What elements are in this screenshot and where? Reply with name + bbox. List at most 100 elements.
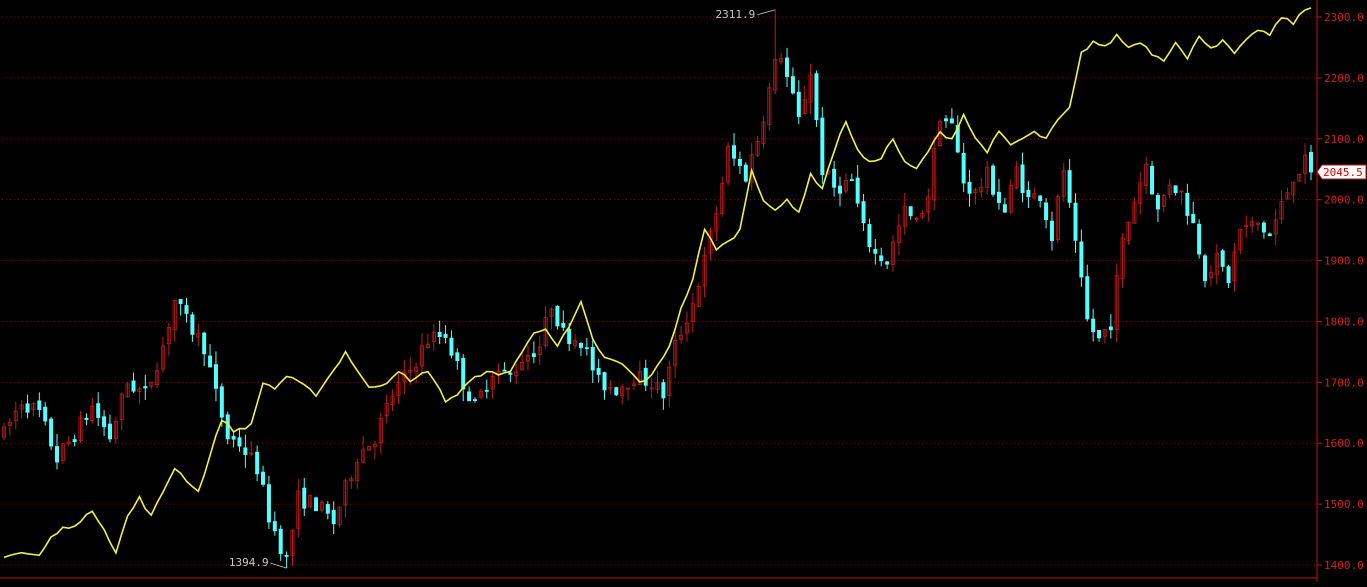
candle — [131, 372, 136, 394]
candle — [1002, 197, 1007, 213]
candle — [208, 344, 213, 368]
candle-body — [84, 417, 89, 420]
candle-body — [785, 57, 790, 77]
candle — [255, 445, 260, 482]
candle-body — [555, 305, 560, 327]
candle — [867, 218, 872, 253]
candle — [1044, 198, 1049, 229]
candle — [19, 399, 24, 419]
candle-body — [484, 389, 489, 392]
candle — [37, 392, 42, 418]
candle — [749, 143, 754, 191]
candle — [414, 362, 419, 384]
candle-body — [943, 118, 948, 122]
candle-body — [861, 201, 866, 224]
candle — [843, 172, 848, 195]
candle — [384, 394, 389, 424]
candle — [696, 283, 701, 307]
candle — [708, 228, 713, 261]
candle — [284, 551, 289, 569]
candle — [361, 436, 366, 464]
candle — [979, 177, 984, 198]
candle — [31, 401, 36, 417]
tick-label: 2300.0 — [1324, 11, 1364, 24]
candle-body — [743, 164, 748, 182]
candle — [467, 386, 472, 402]
candle — [2, 423, 7, 440]
candle-body — [213, 364, 218, 389]
candle-body — [455, 352, 460, 362]
candle — [855, 164, 860, 208]
candle — [890, 235, 895, 272]
candle — [684, 311, 689, 342]
candle — [390, 389, 395, 412]
tick-label: 2200.0 — [1324, 72, 1364, 85]
candle-body — [1173, 185, 1178, 194]
candle-body — [96, 403, 101, 418]
candle — [1226, 264, 1231, 289]
candle — [449, 330, 454, 359]
candle-body — [272, 521, 277, 532]
candle-body — [467, 391, 472, 402]
candle-body — [54, 446, 59, 463]
candle — [1179, 190, 1184, 205]
candle — [1020, 152, 1025, 203]
candle-body — [832, 168, 837, 188]
candle-body — [266, 484, 271, 523]
candle-body — [443, 333, 448, 338]
candle — [72, 434, 77, 447]
candle — [820, 107, 825, 184]
candle-body — [614, 387, 619, 396]
tick-label: 2100.0 — [1324, 133, 1364, 146]
candle-body — [596, 367, 601, 375]
candle-body — [1073, 202, 1078, 241]
candle-body — [885, 261, 890, 265]
candle-body — [449, 337, 454, 356]
candle-body — [879, 255, 884, 262]
candle — [1032, 187, 1037, 199]
candle-body — [208, 355, 213, 368]
candle — [490, 372, 495, 399]
tick-label: 1600.0 — [1324, 437, 1364, 450]
candle — [679, 325, 684, 344]
candle-body — [25, 403, 30, 413]
candle — [49, 416, 54, 451]
candle-body — [231, 436, 236, 440]
candle-body — [190, 314, 195, 335]
candle — [849, 173, 854, 181]
candle — [13, 401, 18, 430]
tick-label: 1900.0 — [1324, 255, 1364, 268]
candle — [43, 402, 48, 426]
candle — [237, 428, 242, 452]
candle — [561, 310, 566, 332]
candle-body — [314, 497, 319, 512]
candle — [119, 392, 124, 431]
candle — [914, 216, 919, 222]
candle-body — [838, 185, 843, 194]
candle — [932, 136, 937, 211]
candle-body — [967, 181, 972, 194]
candle-body — [855, 177, 860, 204]
candle — [1097, 330, 1102, 342]
candle — [667, 360, 672, 408]
candle — [908, 206, 913, 220]
candle-body — [867, 224, 872, 248]
candle-body — [131, 380, 136, 392]
candle-body — [661, 382, 666, 399]
candle — [178, 299, 183, 316]
min-pointer — [270, 562, 287, 569]
candle-body — [949, 118, 954, 124]
candle — [272, 511, 277, 536]
candle — [690, 293, 695, 333]
candle — [920, 209, 925, 220]
candle-body — [508, 372, 513, 375]
candle — [196, 323, 201, 347]
candle-body — [584, 347, 589, 350]
candle-body — [143, 386, 148, 389]
candle — [396, 373, 401, 405]
chart-canvas: 2300.0 2200.0 2100.0 2000.0 1900.0 1800.0 1700… — [0, 0, 1367, 582]
candle — [266, 475, 271, 529]
tick-label: 1500.0 — [1324, 498, 1364, 511]
candle-body — [502, 369, 507, 372]
candle-body — [1091, 318, 1096, 332]
